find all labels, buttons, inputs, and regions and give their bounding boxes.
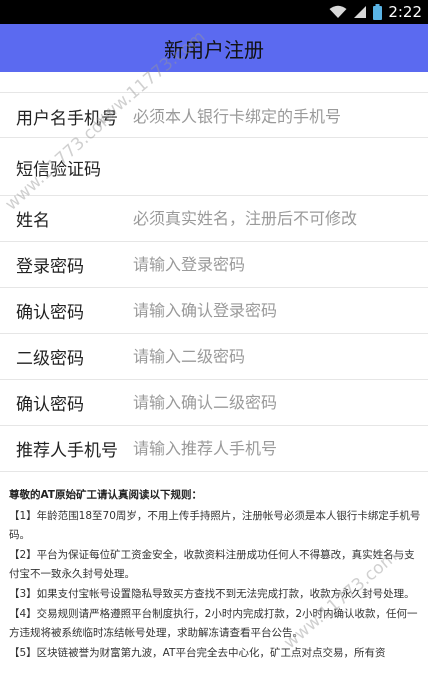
- field-label: 推荐人手机号: [16, 440, 118, 461]
- sms-code-input[interactable]: [133, 152, 413, 182]
- rules-title: 尊敬的AT原始矿工请认真阅读以下规则：: [9, 489, 202, 501]
- confirm-login-password-input[interactable]: [133, 295, 413, 325]
- field-label: 短信验证码: [16, 159, 101, 180]
- rule-item: 【5】区块链被誉为财富第九波，AT平台完全去中心化，矿工点对点交易，所有资: [9, 647, 386, 659]
- rule-item: 【3】如果支付宝帐号设置隐私导致买方查找不到无法完成打款，收款方永久封号处理。: [9, 588, 415, 600]
- field-label: 用户名手机号: [16, 108, 118, 129]
- field-row-secondary-password: 二级密码: [0, 333, 428, 379]
- field-row-sms-code: 短信验证码: [0, 144, 428, 190]
- field-row-referrer-phone: 推荐人手机号: [0, 425, 428, 471]
- field-label: 二级密码: [16, 348, 84, 369]
- status-icons: 2:22: [329, 0, 422, 24]
- confirm-secondary-password-input[interactable]: [133, 387, 413, 417]
- status-bar: 2:22: [0, 0, 428, 24]
- field-label: 姓名: [16, 210, 50, 231]
- divider: [0, 137, 428, 138]
- name-input[interactable]: [133, 203, 413, 233]
- referrer-phone-input[interactable]: [133, 433, 413, 463]
- rules-section: 尊敬的AT原始矿工请认真阅读以下规则： 【1】年龄范围18至70周岁，不用上传手…: [9, 486, 421, 664]
- signal-icon: [354, 6, 367, 18]
- field-row-confirm-login-password: 确认密码: [0, 287, 428, 333]
- secondary-password-input[interactable]: [133, 341, 413, 371]
- field-label: 确认密码: [16, 302, 84, 323]
- page-title: 新用户注册: [164, 37, 264, 62]
- field-row-login-password: 登录密码: [0, 241, 428, 287]
- battery-icon: [373, 4, 383, 20]
- login-password-input[interactable]: [133, 249, 413, 279]
- rule-item: 【2】平台为保证每位矿工资金安全，收款资料注册成功任何人不得篡改，真实姓名与支付…: [9, 549, 415, 580]
- app-bar: 新用户注册: [0, 24, 428, 72]
- wifi-icon: [329, 5, 347, 18]
- field-row-name: 姓名: [0, 195, 428, 241]
- status-time: 2:22: [388, 3, 422, 21]
- field-label: 确认密码: [16, 394, 84, 415]
- rule-item: 【4】交易规则请严格遵照平台制度执行，2小时内完成打款，2小时内确认收款，任何一…: [9, 608, 418, 639]
- divider: [0, 471, 428, 472]
- field-row-phone: 用户名手机号: [0, 93, 428, 139]
- phone-input[interactable]: [133, 101, 413, 131]
- field-row-confirm-secondary-password: 确认密码: [0, 379, 428, 425]
- field-label: 登录密码: [16, 256, 84, 277]
- rule-item: 【1】年龄范围18至70周岁，不用上传手持照片，注册帐号必须是本人银行卡绑定手机…: [9, 510, 421, 541]
